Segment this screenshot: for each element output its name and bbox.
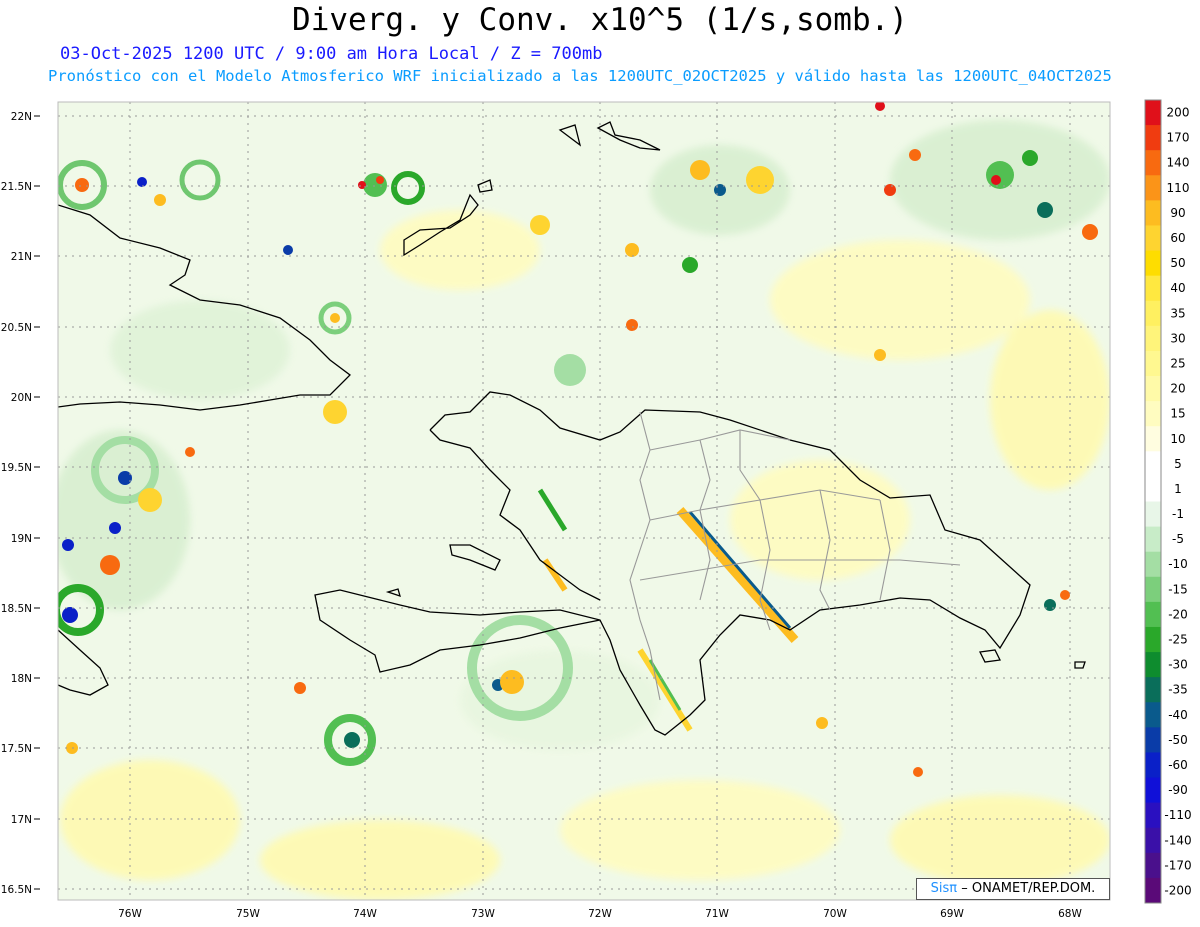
colorbar-label: -10 [1168, 557, 1188, 571]
lon-label: 76W [118, 908, 142, 920]
colorbar-label: -15 [1168, 582, 1188, 596]
colorbar-swatch [1145, 325, 1161, 352]
lat-label: 21.5N [1, 181, 32, 193]
colorbar-label: 15 [1170, 407, 1185, 421]
colorbar-swatch [1145, 852, 1161, 879]
longitude-labels: 76W 75W 74W 73W 72W 71W 70W 69W 68W [118, 908, 1082, 920]
colorbar-label: 20 [1170, 382, 1185, 396]
lon-label: 75W [236, 908, 260, 920]
colorbar-label: 40 [1170, 281, 1185, 295]
colorbar-swatch [1145, 526, 1161, 553]
latitude-ticks [34, 115, 40, 890]
colorbar-swatch [1145, 250, 1161, 277]
latitude-labels: 22N 21.5N 21N 20.5N 20N 19.5N 19N 18.5N … [1, 111, 32, 896]
credit-text: – ONAMET/REP.DOM. [961, 881, 1096, 896]
lon-label: 70W [823, 908, 847, 920]
lat-label: 16.5N [1, 884, 32, 896]
colorbar-swatch [1145, 376, 1161, 402]
colorbar-swatch [1145, 476, 1161, 502]
lon-label: 68W [1058, 908, 1082, 920]
lat-label: 19N [11, 533, 32, 545]
lon-label: 72W [588, 908, 612, 920]
lat-label: 20.5N [1, 322, 32, 334]
colorbar: 200 170 140 110 90 60 50 40 35 30 25 20 15 10 5 1 -1 -5 -1… [1144, 99, 1192, 904]
colorbar-swatch [1145, 426, 1161, 452]
colorbar-label: 5 [1174, 457, 1182, 471]
colorbar-swatch [1145, 150, 1161, 176]
colorbar-label: 60 [1170, 231, 1185, 245]
colorbar-label: -90 [1168, 783, 1188, 797]
colorbar-label: 10 [1170, 432, 1185, 446]
credit-box: Sisπ – ONAMET/REP.DOM. [916, 878, 1110, 900]
colorbar-label: -60 [1168, 758, 1188, 772]
lon-label: 69W [940, 908, 964, 920]
colorbar-label: -1 [1172, 507, 1184, 521]
lon-label: 71W [705, 908, 729, 920]
colorbar-swatch [1145, 451, 1161, 477]
colorbar-swatch [1145, 551, 1161, 578]
colorbar-swatch [1145, 752, 1161, 779]
lat-label: 18N [11, 673, 32, 685]
colorbar-swatch [1145, 350, 1161, 377]
map-figure: 22N 21.5N 21N 20.5N 20N 19.5N 19N 18.5N … [1, 99, 1192, 920]
colorbar-label: -25 [1168, 633, 1188, 647]
colorbar-label: 140 [1167, 156, 1190, 170]
colorbar-label: 30 [1170, 331, 1185, 345]
colorbar-label: 90 [1170, 206, 1185, 220]
colorbar-label: 200 [1167, 106, 1190, 120]
colorbar-swatch [1145, 175, 1161, 201]
colorbar-swatch [1145, 100, 1161, 126]
lat-label: 18.5N [1, 603, 32, 615]
colorbar-label: -110 [1164, 808, 1191, 822]
colorbar-label: -170 [1164, 858, 1191, 872]
colorbar-swatch [1145, 626, 1161, 653]
colorbar-label: -20 [1168, 607, 1188, 621]
colorbar-swatch [1145, 677, 1161, 703]
lat-label: 20N [11, 392, 32, 404]
colorbar-label: -200 [1164, 883, 1191, 897]
lat-label: 17.5N [1, 743, 32, 755]
colorbar-swatch [1145, 652, 1161, 678]
lat-label: 22N [11, 111, 32, 123]
colorbar-swatch [1145, 827, 1161, 854]
colorbar-swatch [1145, 501, 1161, 528]
colorbar-swatch [1145, 601, 1161, 628]
sispi-logo-text: Sisπ [930, 881, 958, 896]
colorbar-label: -5 [1172, 532, 1184, 546]
colorbar-swatch [1145, 802, 1161, 829]
colorbar-swatch [1145, 877, 1161, 904]
colorbar-label: 1 [1174, 482, 1182, 496]
colorbar-swatch [1145, 225, 1161, 252]
lat-label: 19.5N [1, 462, 32, 474]
colorbar-label: 110 [1167, 181, 1190, 195]
colorbar-swatch [1145, 727, 1161, 753]
colorbar-swatch [1145, 300, 1161, 327]
colorbar-swatch [1145, 576, 1161, 603]
colorbar-swatch [1145, 702, 1161, 728]
colorbar-label: 50 [1170, 256, 1185, 270]
colorbar-swatch [1145, 125, 1161, 151]
lon-label: 74W [353, 908, 377, 920]
colorbar-label: -50 [1168, 733, 1188, 747]
colorbar-swatch [1145, 777, 1161, 804]
colorbar-label: -30 [1168, 658, 1188, 672]
lon-label: 73W [471, 908, 495, 920]
colorbar-label: -40 [1168, 708, 1188, 722]
lat-label: 17N [11, 814, 32, 826]
colorbar-label: -140 [1164, 833, 1191, 847]
colorbar-label: 170 [1167, 131, 1190, 145]
colorbar-label: -35 [1168, 683, 1188, 697]
colorbar-label: 35 [1170, 306, 1185, 320]
colorbar-swatch [1145, 275, 1161, 302]
colorbar-swatch [1145, 401, 1161, 427]
lat-label: 21N [11, 251, 32, 263]
colorbar-label: 25 [1170, 356, 1185, 370]
colorbar-swatch [1145, 200, 1161, 226]
